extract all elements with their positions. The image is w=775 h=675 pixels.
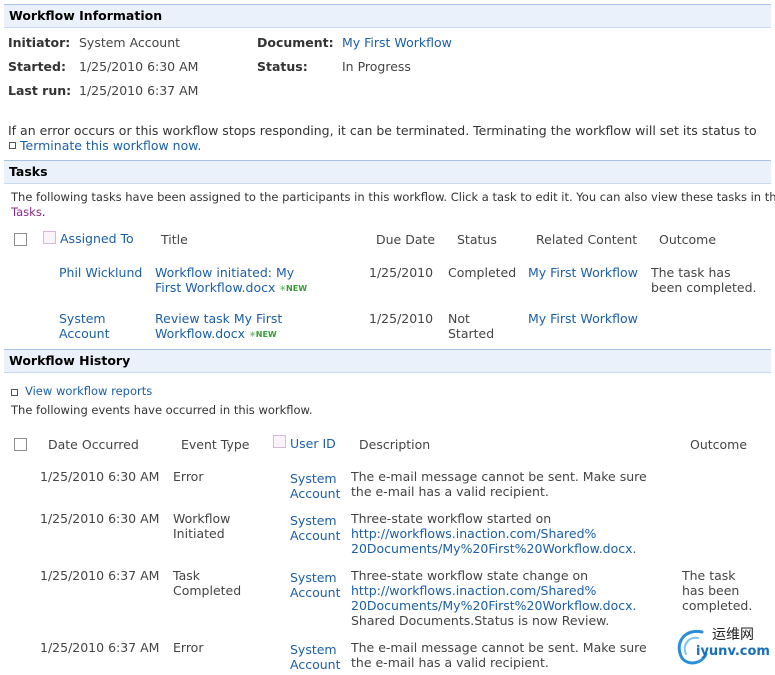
history-description: The e-mail message cannot be sent. Make … bbox=[351, 469, 647, 499]
lastrun-value: 1/25/2010 6:37 AM bbox=[79, 83, 199, 98]
bullet-icon bbox=[11, 389, 18, 396]
task-related-content-link[interactable]: My First Workflow bbox=[528, 311, 638, 326]
task-related-content-link[interactable]: My First Workflow bbox=[528, 265, 638, 280]
document-url-link[interactable]: http://workflows.inaction.com/Shared% bbox=[351, 526, 637, 541]
history-event-type: Task Completed bbox=[173, 568, 242, 598]
workflow-info-title: Workflow Information bbox=[9, 8, 163, 23]
started-label: Started: bbox=[8, 59, 66, 74]
history-date: 1/25/2010 6:37 AM bbox=[40, 568, 160, 583]
tasks-list-link[interactable]: Tasks bbox=[11, 205, 42, 219]
tasks-col-status[interactable]: Status bbox=[457, 232, 497, 247]
error-info-text: If an error occurs or this workflow stop… bbox=[8, 123, 757, 138]
workflow-history-header: Workflow History bbox=[4, 349, 771, 373]
document-url-link[interactable]: 20Documents/My%20First%20Workflow.docx. bbox=[351, 541, 637, 556]
lastrun-label: Last run: bbox=[8, 83, 72, 98]
history-event-type: Workflow Initiated bbox=[173, 511, 231, 541]
initiator-label: Initiator: bbox=[8, 35, 71, 50]
history-col-user-id[interactable]: User ID bbox=[290, 436, 336, 451]
bullet-icon bbox=[9, 142, 16, 149]
workflow-history-title: Workflow History bbox=[9, 353, 131, 368]
history-description: The e-mail message cannot be sent. Make … bbox=[351, 640, 647, 670]
document-url-link[interactable]: 20Documents/My%20First%20Workflow.docx. bbox=[351, 598, 637, 613]
history-description: Three-state workflow started on http://w… bbox=[351, 511, 637, 556]
history-intro: The following events have occurred in th… bbox=[11, 403, 313, 417]
terminate-workflow-link[interactable]: Terminate this workflow now. bbox=[20, 138, 201, 153]
history-user-link[interactable]: System Account bbox=[290, 570, 340, 600]
history-date: 1/25/2010 6:37 AM bbox=[40, 640, 160, 655]
document-url-link[interactable]: http://workflows.inaction.com/Shared% bbox=[351, 583, 637, 598]
history-event-type: Error bbox=[173, 469, 204, 484]
tasks-select-all-checkbox[interactable] bbox=[14, 233, 27, 246]
tasks-intro-line2: Tasks. bbox=[11, 205, 46, 219]
history-col-event-type[interactable]: Event Type bbox=[181, 437, 250, 452]
watermark-text: 运维网 bbox=[712, 627, 754, 643]
user-id-filter-icon[interactable] bbox=[273, 435, 286, 448]
watermark-logo: 运维网 iyunv.com bbox=[672, 620, 772, 670]
history-col-date-occurred[interactable]: Date Occurred bbox=[48, 437, 139, 452]
tasks-col-assigned-to[interactable]: Assigned To bbox=[60, 231, 134, 246]
tasks-header: Tasks bbox=[4, 160, 771, 184]
task-status: Not Started bbox=[448, 311, 495, 341]
history-user-link[interactable]: System Account bbox=[290, 513, 340, 543]
history-event-type: Error bbox=[173, 640, 204, 655]
tasks-col-related-content[interactable]: Related Content bbox=[536, 232, 637, 247]
document-label: Document: bbox=[257, 35, 334, 50]
history-user-link[interactable]: System Account bbox=[290, 471, 340, 501]
history-outcome: The task has been completed. bbox=[682, 568, 753, 613]
history-col-description[interactable]: Description bbox=[359, 437, 430, 452]
tasks-col-due-date[interactable]: Due Date bbox=[376, 232, 435, 247]
task-due-date: 1/25/2010 bbox=[369, 265, 434, 280]
history-description: Three-state workflow state change on htt… bbox=[351, 568, 637, 628]
workflow-info-header: Workflow Information bbox=[4, 4, 771, 28]
status-value: In Progress bbox=[342, 59, 411, 74]
task-outcome: The task has been completed. bbox=[651, 265, 757, 295]
task-assigned-to[interactable]: System Account bbox=[59, 311, 109, 341]
task-title-link[interactable]: Review task My First Workflow.docx ✳NEW bbox=[155, 311, 282, 342]
history-date: 1/25/2010 6:30 AM bbox=[40, 511, 160, 526]
assigned-to-filter-icon[interactable] bbox=[43, 231, 56, 244]
initiator-value: System Account bbox=[79, 35, 181, 50]
new-badge-icon: ✳NEW bbox=[279, 284, 308, 293]
history-select-all-checkbox[interactable] bbox=[14, 438, 27, 451]
task-due-date: 1/25/2010 bbox=[369, 311, 434, 326]
new-badge-icon: ✳NEW bbox=[249, 330, 277, 339]
tasks-title: Tasks bbox=[9, 164, 48, 179]
watermark-domain: iyunv.com bbox=[696, 644, 770, 659]
started-value: 1/25/2010 6:30 AM bbox=[79, 59, 199, 74]
document-link[interactable]: My First Workflow bbox=[342, 35, 452, 50]
task-assigned-to[interactable]: Phil Wicklund bbox=[59, 265, 142, 280]
history-col-outcome[interactable]: Outcome bbox=[690, 437, 747, 452]
task-title-link[interactable]: Workflow initiated: My First Workflow.do… bbox=[155, 265, 307, 296]
history-date: 1/25/2010 6:30 AM bbox=[40, 469, 160, 484]
tasks-col-outcome[interactable]: Outcome bbox=[659, 232, 716, 247]
history-user-link[interactable]: System Account bbox=[290, 642, 340, 672]
tasks-intro: The following tasks have been assigned t… bbox=[11, 190, 775, 204]
tasks-col-title[interactable]: Title bbox=[161, 232, 188, 247]
view-workflow-reports-link[interactable]: View workflow reports bbox=[25, 384, 152, 398]
task-status: Completed bbox=[448, 265, 517, 280]
status-label: Status: bbox=[257, 59, 308, 74]
